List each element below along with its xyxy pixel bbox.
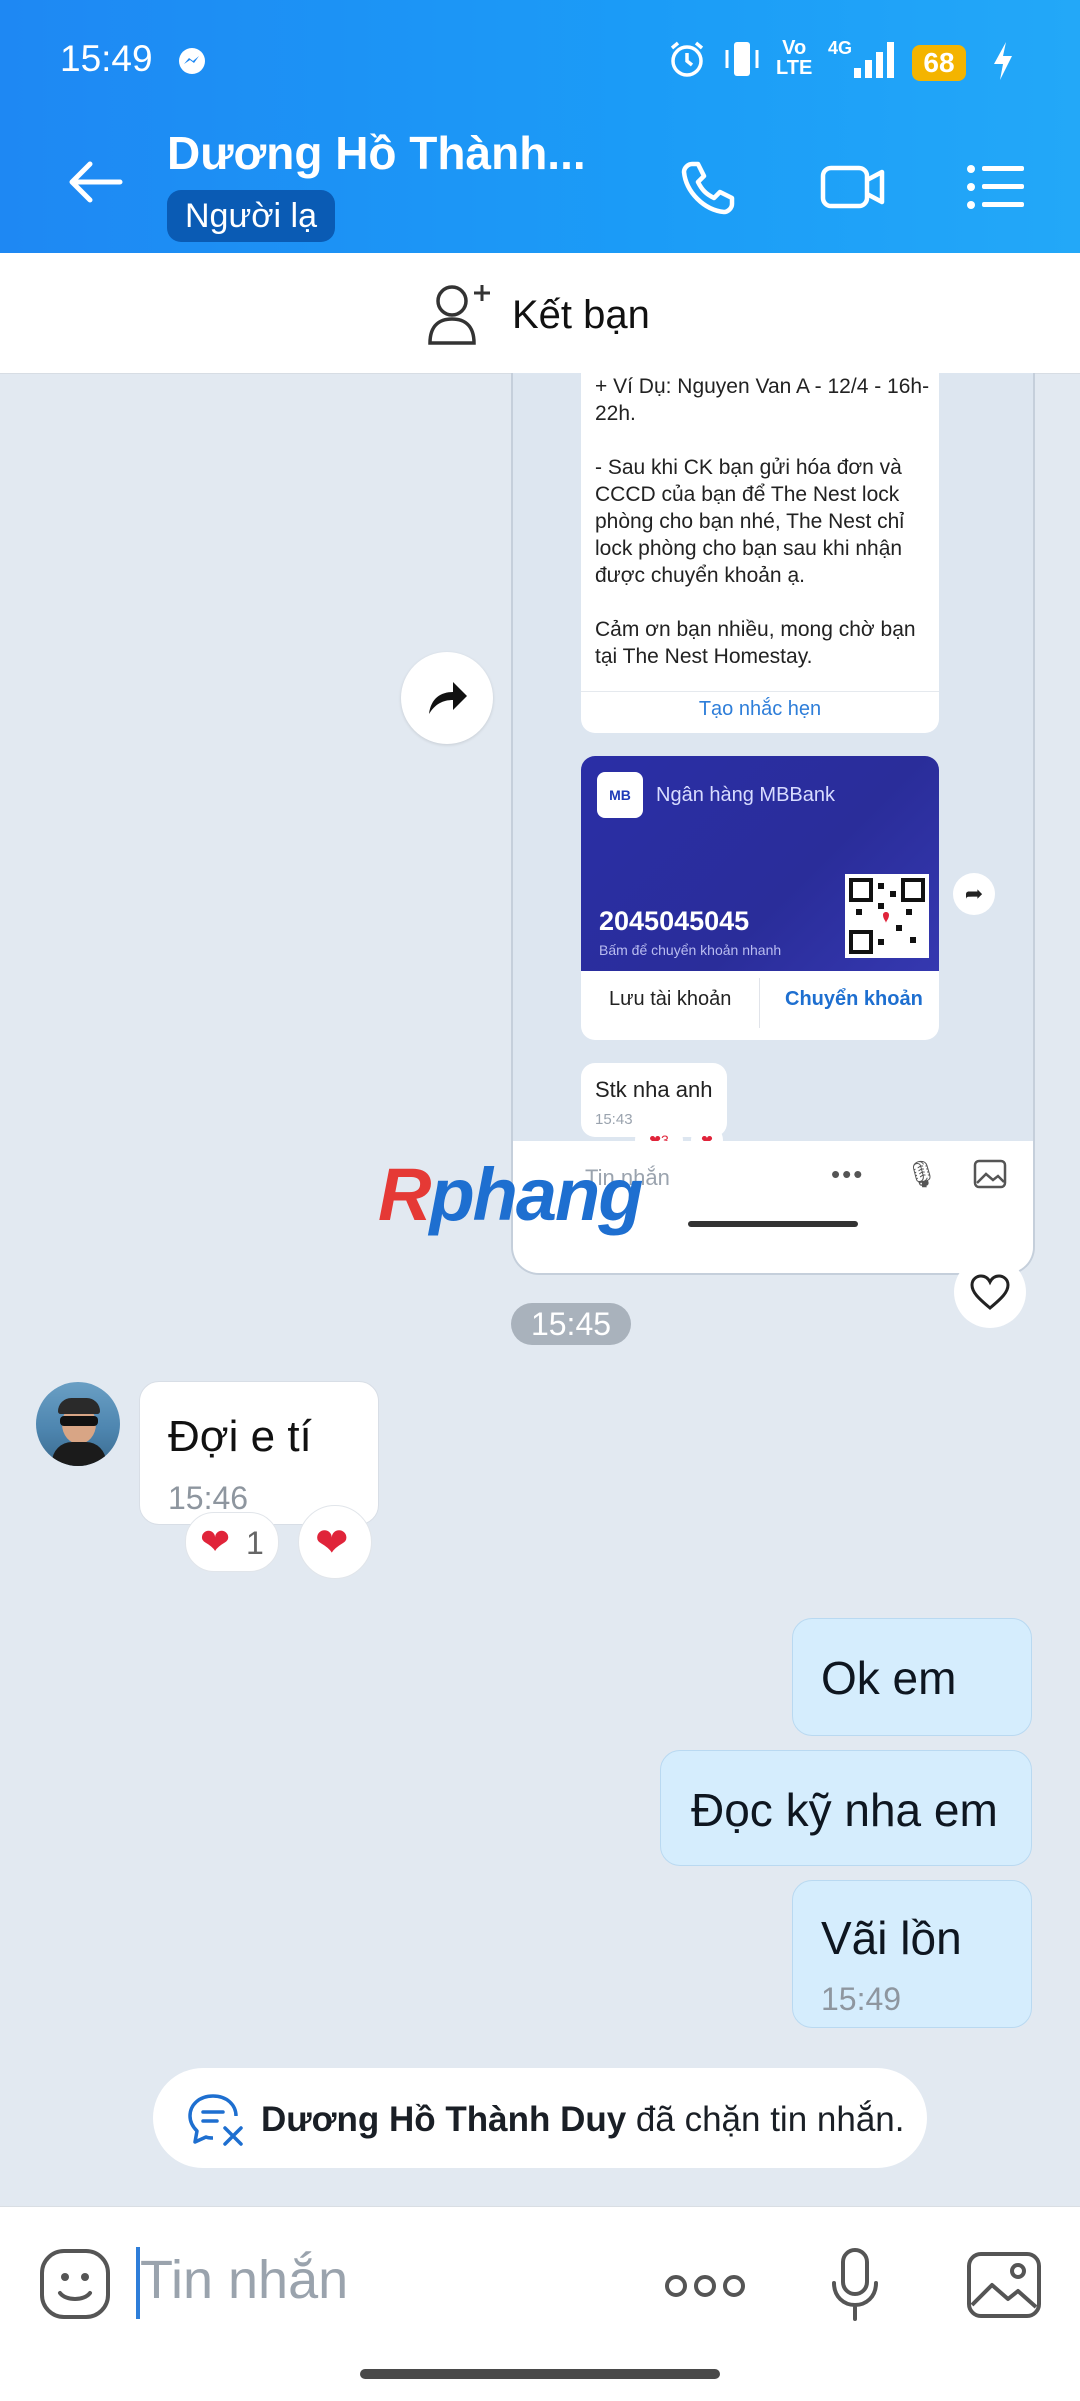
instructions-text: + Ví Dụ: Nguyen Van A - 12/4 - 16h-22h. …	[595, 375, 930, 668]
save-account-button: Lưu tài khoản	[609, 988, 732, 1010]
menu-list-icon[interactable]	[966, 164, 1026, 210]
phone-call-icon[interactable]	[678, 158, 738, 218]
embedded-mic-icon: 🎙	[905, 1159, 939, 1189]
add-friend-label[interactable]: Kết bạn	[512, 293, 650, 338]
blocked-user-name: Dương Hồ Thành Duy	[261, 2100, 627, 2139]
incoming-message-text: Đợi e tí	[168, 1412, 312, 1461]
blocked-notice-text: Dương Hồ Thành Duy đã chặn tin nhắn.	[261, 2100, 904, 2140]
bank-name: Ngân hàng MBBank	[656, 784, 836, 806]
net-type-label: 4G	[828, 38, 853, 58]
outgoing-message-bubble[interactable]: Vãi lồn 15:49	[792, 1880, 1032, 2028]
vibrate-icon	[725, 42, 759, 76]
embedded-message-text: Stk nha anh	[595, 1077, 713, 1102]
bank-card-banner: MB Ngân hàng MBBank 2045045045 Bấm để ch…	[581, 756, 939, 971]
add-friend-icon	[428, 285, 490, 345]
embedded-home-indicator	[688, 1221, 858, 1227]
heart-outline-icon	[970, 1274, 1010, 1310]
emoji-sticker-icon[interactable]	[38, 2247, 112, 2321]
shared-screenshot-image[interactable]: + Ví Dụ: Nguyen Van A - 12/4 - 16h-22h. …	[511, 373, 1035, 1275]
avatar[interactable]	[36, 1382, 120, 1466]
mb-bank-logo: MB	[597, 772, 643, 818]
charging-icon	[994, 42, 1012, 80]
message-input[interactable]: Tin nhắn	[140, 2249, 348, 2311]
share-button[interactable]	[401, 652, 493, 744]
heart-filled-icon: ❤	[315, 1521, 349, 1565]
stranger-badge: Người lạ	[167, 190, 335, 242]
message-composer: Tin nhắn	[0, 2206, 1080, 2401]
add-friend-bar[interactable]: Kết bạn	[0, 253, 1080, 374]
volte-icon: Vo LTE	[776, 37, 813, 79]
alarm-icon	[670, 41, 704, 77]
video-call-icon[interactable]	[820, 160, 886, 214]
blocked-chat-icon	[188, 2094, 243, 2146]
account-number: 2045045045	[599, 906, 750, 936]
watermark-logo: Rphang	[378, 1153, 643, 1236]
outgoing-message-text: Vãi lồn	[821, 1912, 962, 1964]
instructions-card: + Ví Dụ: Nguyen Van A - 12/4 - 16h-22h. …	[581, 373, 939, 733]
blocked-notice: Dương Hồ Thành Duy đã chặn tin nhắn.	[153, 2068, 927, 2168]
add-reaction-button[interactable]: ❤	[298, 1505, 372, 1579]
home-indicator	[360, 2369, 720, 2379]
outgoing-message-text: Đọc kỹ nha em	[691, 1784, 998, 1836]
outgoing-message-text: Ok em	[821, 1652, 957, 1704]
share-arrow-icon	[429, 682, 467, 714]
quick-transfer-hint: Bấm để chuyển khoản nhanh	[599, 942, 782, 958]
transfer-button: Chuyển khoản	[785, 988, 923, 1010]
back-arrow-icon[interactable]	[66, 160, 124, 204]
reaction-count-pill[interactable]: ❤ 1	[185, 1512, 279, 1572]
outgoing-message-bubble[interactable]: Ok em	[792, 1618, 1032, 1736]
create-reminder-link: Tạo nhắc hẹn	[581, 691, 939, 734]
bank-button-divider	[759, 978, 760, 1028]
embedded-forward-icon: ➦	[953, 873, 995, 915]
chat-header: 15:49 Vo LTE 4G 68 Dương Hồ Thành... Ngư…	[0, 0, 1080, 253]
status-time: 15:49	[60, 38, 153, 79]
battery-indicator: 68	[912, 45, 966, 81]
more-options-icon[interactable]	[664, 2273, 746, 2299]
microphone-icon[interactable]	[830, 2247, 880, 2323]
qr-code-icon	[845, 874, 929, 958]
outgoing-message-bubble[interactable]: Đọc kỹ nha em	[660, 1750, 1032, 1866]
outgoing-message-time: 15:49	[821, 1981, 902, 2017]
embedded-image-icon	[973, 1159, 1007, 1189]
messenger-icon	[179, 48, 205, 74]
time-divider: 15:45	[511, 1303, 631, 1345]
incoming-message-bubble[interactable]: Đợi e tí 15:46	[139, 1381, 379, 1525]
reaction-count: 1	[246, 1525, 264, 1561]
signal-icon	[854, 42, 894, 78]
contact-name[interactable]: Dương Hồ Thành...	[167, 126, 586, 180]
heart-filled-icon: ❤	[200, 1521, 231, 1562]
blocked-suffix: đã chặn tin nhắn.	[626, 2100, 905, 2139]
react-heart-button[interactable]	[954, 1256, 1026, 1328]
embedded-more-icon: •••	[831, 1159, 865, 1189]
embedded-message-time: 15:43	[595, 1111, 633, 1128]
image-gallery-icon[interactable]	[966, 2251, 1042, 2319]
bank-transfer-card: MB Ngân hàng MBBank 2045045045 Bấm để ch…	[581, 756, 939, 1040]
